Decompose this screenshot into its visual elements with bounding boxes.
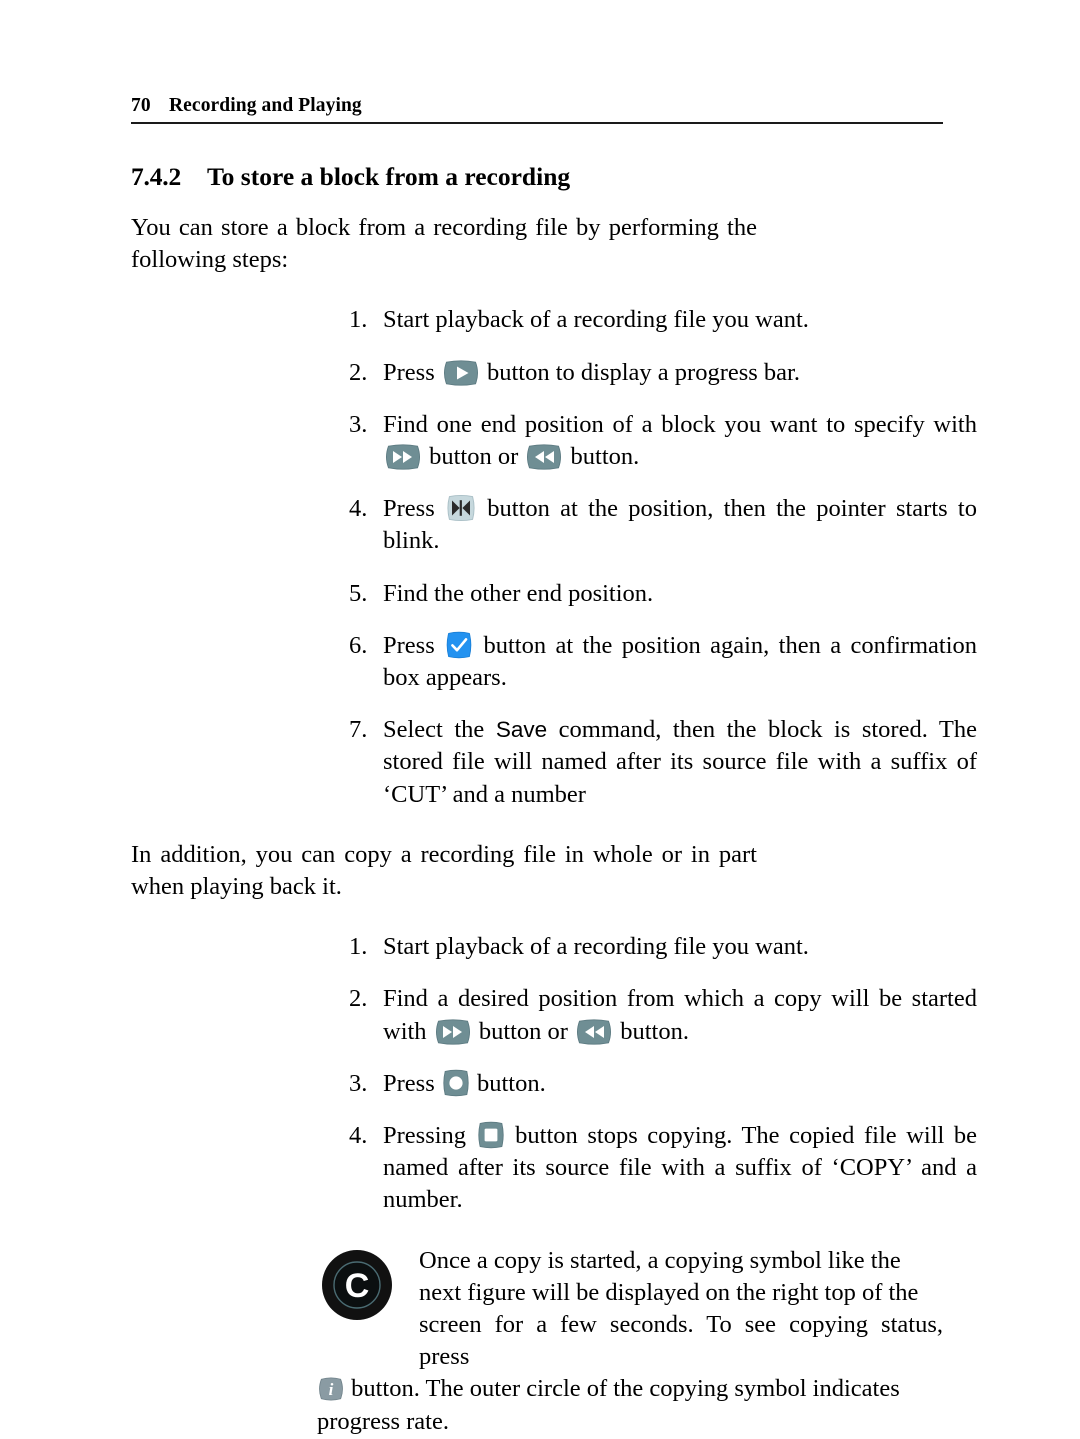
section-title: To store a block from a recording: [207, 162, 571, 191]
list-item-text: Start playback of a recording file you w…: [383, 933, 809, 961]
header-divider: [131, 122, 943, 124]
list-item-text: Pressing: [383, 1122, 476, 1150]
section-number: 7.4.2: [131, 162, 182, 191]
note-line-1: Once a copy is started, a copying symbol…: [419, 1246, 901, 1274]
list-item: 4. Press button at the position, then the…: [349, 493, 977, 557]
page-body: You can store a block from a recording f…: [131, 212, 977, 1438]
list-item-text: Find the other end position.: [383, 579, 654, 607]
list-item-text: button.: [470, 1069, 546, 1097]
copy-steps-list: 1. Start playback of a recording file you…: [131, 931, 977, 1216]
list-item: 3. Find one end position of a block you w…: [349, 409, 977, 473]
list-item: 2. Press button to display a progress bar…: [349, 357, 977, 389]
note-block: C Once a copy is started, a copying symb…: [131, 1245, 943, 1438]
list-item-number: 5.: [349, 579, 368, 607]
list-item: 4. Pressing button stops copying. The cop…: [349, 1120, 977, 1217]
copying-symbol-icon: C: [321, 1249, 393, 1321]
list-item-text: button or: [423, 443, 525, 471]
mark-button-icon[interactable]: [445, 494, 477, 522]
list-item: 7. Select the Save command, then the bloc…: [349, 714, 977, 811]
stop-button-icon[interactable]: [476, 1121, 506, 1149]
intro-paragraph: You can store a block from a recording f…: [131, 214, 757, 274]
list-item-text: Start playback of a recording file you w…: [383, 306, 809, 334]
list-item: 1. Start playback of a recording file you…: [349, 931, 977, 963]
list-item: 5. Find the other end position.: [349, 578, 977, 610]
fast-forward-button-icon[interactable]: [433, 1019, 473, 1045]
section-heading: 7.4.2 To store a block from a recording: [131, 162, 943, 192]
list-item-text: Find one end position of a block you wan…: [383, 410, 977, 438]
list-item-number: 1.: [349, 306, 368, 334]
rewind-button-icon[interactable]: [574, 1019, 614, 1045]
list-item-number: 4.: [349, 495, 368, 523]
list-item-text: Press: [383, 358, 441, 386]
list-item: 1. Start playback of a recording file you…: [349, 304, 977, 336]
list-item-number: 6.: [349, 631, 368, 659]
list-item: 2. Find a desired position from which a c…: [349, 983, 977, 1047]
rewind-button-icon[interactable]: [524, 444, 564, 470]
document-page: 70 Recording and Playing 7.4.2 To store …: [0, 0, 1080, 1439]
fast-forward-button-icon[interactable]: [383, 444, 423, 470]
svg-text:C: C: [345, 1267, 370, 1305]
list-item-text: button to display a progress bar.: [480, 358, 800, 386]
list-item-number: 4.: [349, 1122, 368, 1150]
list-item-text: Press: [383, 631, 445, 659]
running-header: 70 Recording and Playing: [131, 95, 943, 124]
running-header-line: 70 Recording and Playing: [131, 95, 943, 117]
note-line-4-text: button. The outer circle of the copying …: [345, 1375, 900, 1403]
list-item-number: 3.: [349, 410, 368, 438]
list-item-number: 3.: [349, 1069, 368, 1097]
record-button-icon[interactable]: [441, 1069, 471, 1097]
store-steps-list: 1. Start playback of a recording file you…: [131, 304, 977, 810]
svg-text:i: i: [329, 1380, 334, 1399]
list-item-number: 2.: [349, 358, 368, 386]
list-item-text: button or: [472, 1017, 575, 1045]
list-item-number: 1.: [349, 933, 368, 961]
list-item: 6. Press button at the position again, th…: [349, 630, 977, 694]
list-item-text: Press: [383, 1069, 441, 1097]
list-item-text: Select the: [383, 716, 496, 744]
note-line-4: i button. The outer circle of the copyin…: [317, 1373, 943, 1405]
info-button-icon[interactable]: i: [317, 1376, 345, 1402]
list-item: 3. Press button.: [349, 1068, 977, 1100]
confirm-check-button-icon[interactable]: [444, 631, 474, 659]
command-name: Save: [495, 717, 548, 743]
note-line-3: screen for a few seconds. To see copying…: [419, 1311, 943, 1371]
list-item-text: button.: [614, 1017, 689, 1045]
list-item-number: 2.: [349, 985, 368, 1013]
note-line-5: progress rate.: [317, 1407, 449, 1435]
copy-intro-paragraph: In addition, you can copy a recording fi…: [131, 840, 757, 901]
page-number: 70: [131, 95, 151, 116]
list-item-number: 7.: [349, 716, 368, 744]
note-text: Once a copy is started, a copying symbol…: [131, 1245, 943, 1438]
note-line-2: next figure will be displayed on the rig…: [419, 1278, 919, 1306]
list-item-text: Press: [383, 495, 445, 523]
list-item-text: button.: [564, 443, 640, 471]
running-title: Recording and Playing: [169, 95, 362, 116]
play-button-icon[interactable]: [441, 359, 481, 386]
